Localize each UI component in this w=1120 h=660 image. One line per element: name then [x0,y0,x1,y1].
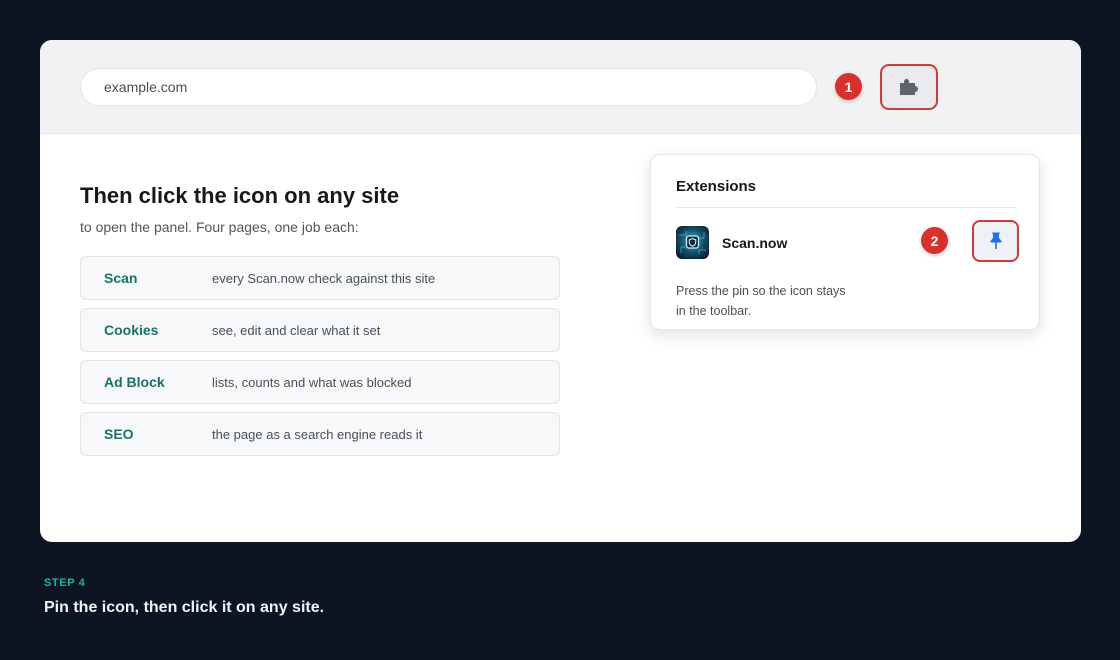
page-description: lists, counts and what was blocked [212,374,412,390]
page-item-ad-block: Ad Block lists, counts and what was bloc… [80,360,560,404]
step-label: STEP 4 [44,577,86,589]
panel-note: Press the pin so the icon stays in the t… [676,281,876,321]
extensions-panel: Extensions Scan.now 2 Press the pin so t… [650,154,1040,330]
extension-name: Scan.now [722,235,788,251]
page-name: Cookies [104,322,159,338]
panel-title: Extensions [676,178,757,195]
address-bar[interactable]: example.com [80,68,817,106]
panel-note-line-2: in the toolbar. [676,304,752,318]
browser-window: example.com 1 Then click the icon on any… [40,40,1081,542]
extensions-button[interactable] [880,64,938,110]
page-list: Scan every Scan.now check against this s… [80,256,560,464]
pin-icon [990,232,1001,249]
page-description: every Scan.now check against this site [212,270,436,286]
page-name: Scan [104,270,138,286]
page-description: the page as a search engine reads it [212,426,423,442]
page-item-cookies: Cookies see, edit and clear what it set [80,308,560,352]
page-item-scan: Scan every Scan.now check against this s… [80,256,560,300]
content-title: Then click the icon on any site [80,183,400,208]
step-caption: Pin the icon, then click it on any site. [44,599,325,616]
extension-logo[interactable] [676,226,709,259]
panel-note-line-1: Press the pin so the icon stays [676,284,846,298]
step-two-badge: 2 [921,227,948,254]
content-subtitle: to open the panel. Four pages, one job e… [80,219,359,235]
step-one-badge: 1 [835,73,862,100]
page-name: Ad Block [104,374,165,390]
page-item-seo: SEO the page as a search engine reads it [80,412,560,456]
panel-divider [676,207,1015,208]
browser-toolbar: example.com 1 [40,40,1081,134]
page-name: SEO [104,426,134,442]
puzzle-icon [900,79,918,95]
address-bar-text: example.com [104,79,188,95]
shield-icon [676,226,709,259]
page-description: see, edit and clear what it set [212,322,381,338]
pin-button[interactable] [972,220,1019,262]
